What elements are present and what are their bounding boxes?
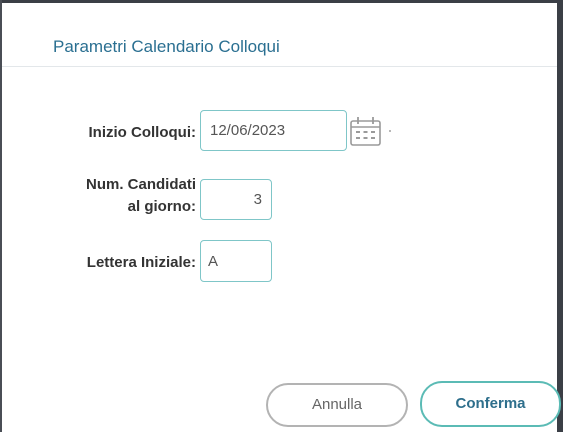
- calendar-parameters-dialog: Parametri Calendario Colloqui Inizio Col…: [2, 0, 561, 432]
- calendar-icon[interactable]: [348, 115, 384, 147]
- initial-letter-label: Lettera Iniziale:: [86, 254, 196, 271]
- screen: Parametri Calendario Colloqui Inizio Col…: [0, 0, 563, 432]
- backdrop-overlay-right: [557, 0, 563, 432]
- start-date-label: Inizio Colloqui:: [88, 124, 196, 141]
- trailing-dot: [389, 130, 391, 132]
- initial-letter-input[interactable]: [200, 240, 272, 282]
- candidates-per-day-input[interactable]: [200, 179, 272, 220]
- dialog-header: Parametri Calendario Colloqui: [2, 3, 557, 67]
- candidates-per-day-label-line2: al giorno:: [127, 198, 196, 215]
- confirm-button[interactable]: Conferma: [420, 381, 561, 427]
- start-date-input[interactable]: [200, 110, 347, 151]
- candidates-per-day-label-line1: Num. Candidati: [85, 176, 196, 193]
- dialog-title: Parametri Calendario Colloqui: [53, 37, 280, 56]
- cancel-button[interactable]: Annulla: [266, 383, 408, 427]
